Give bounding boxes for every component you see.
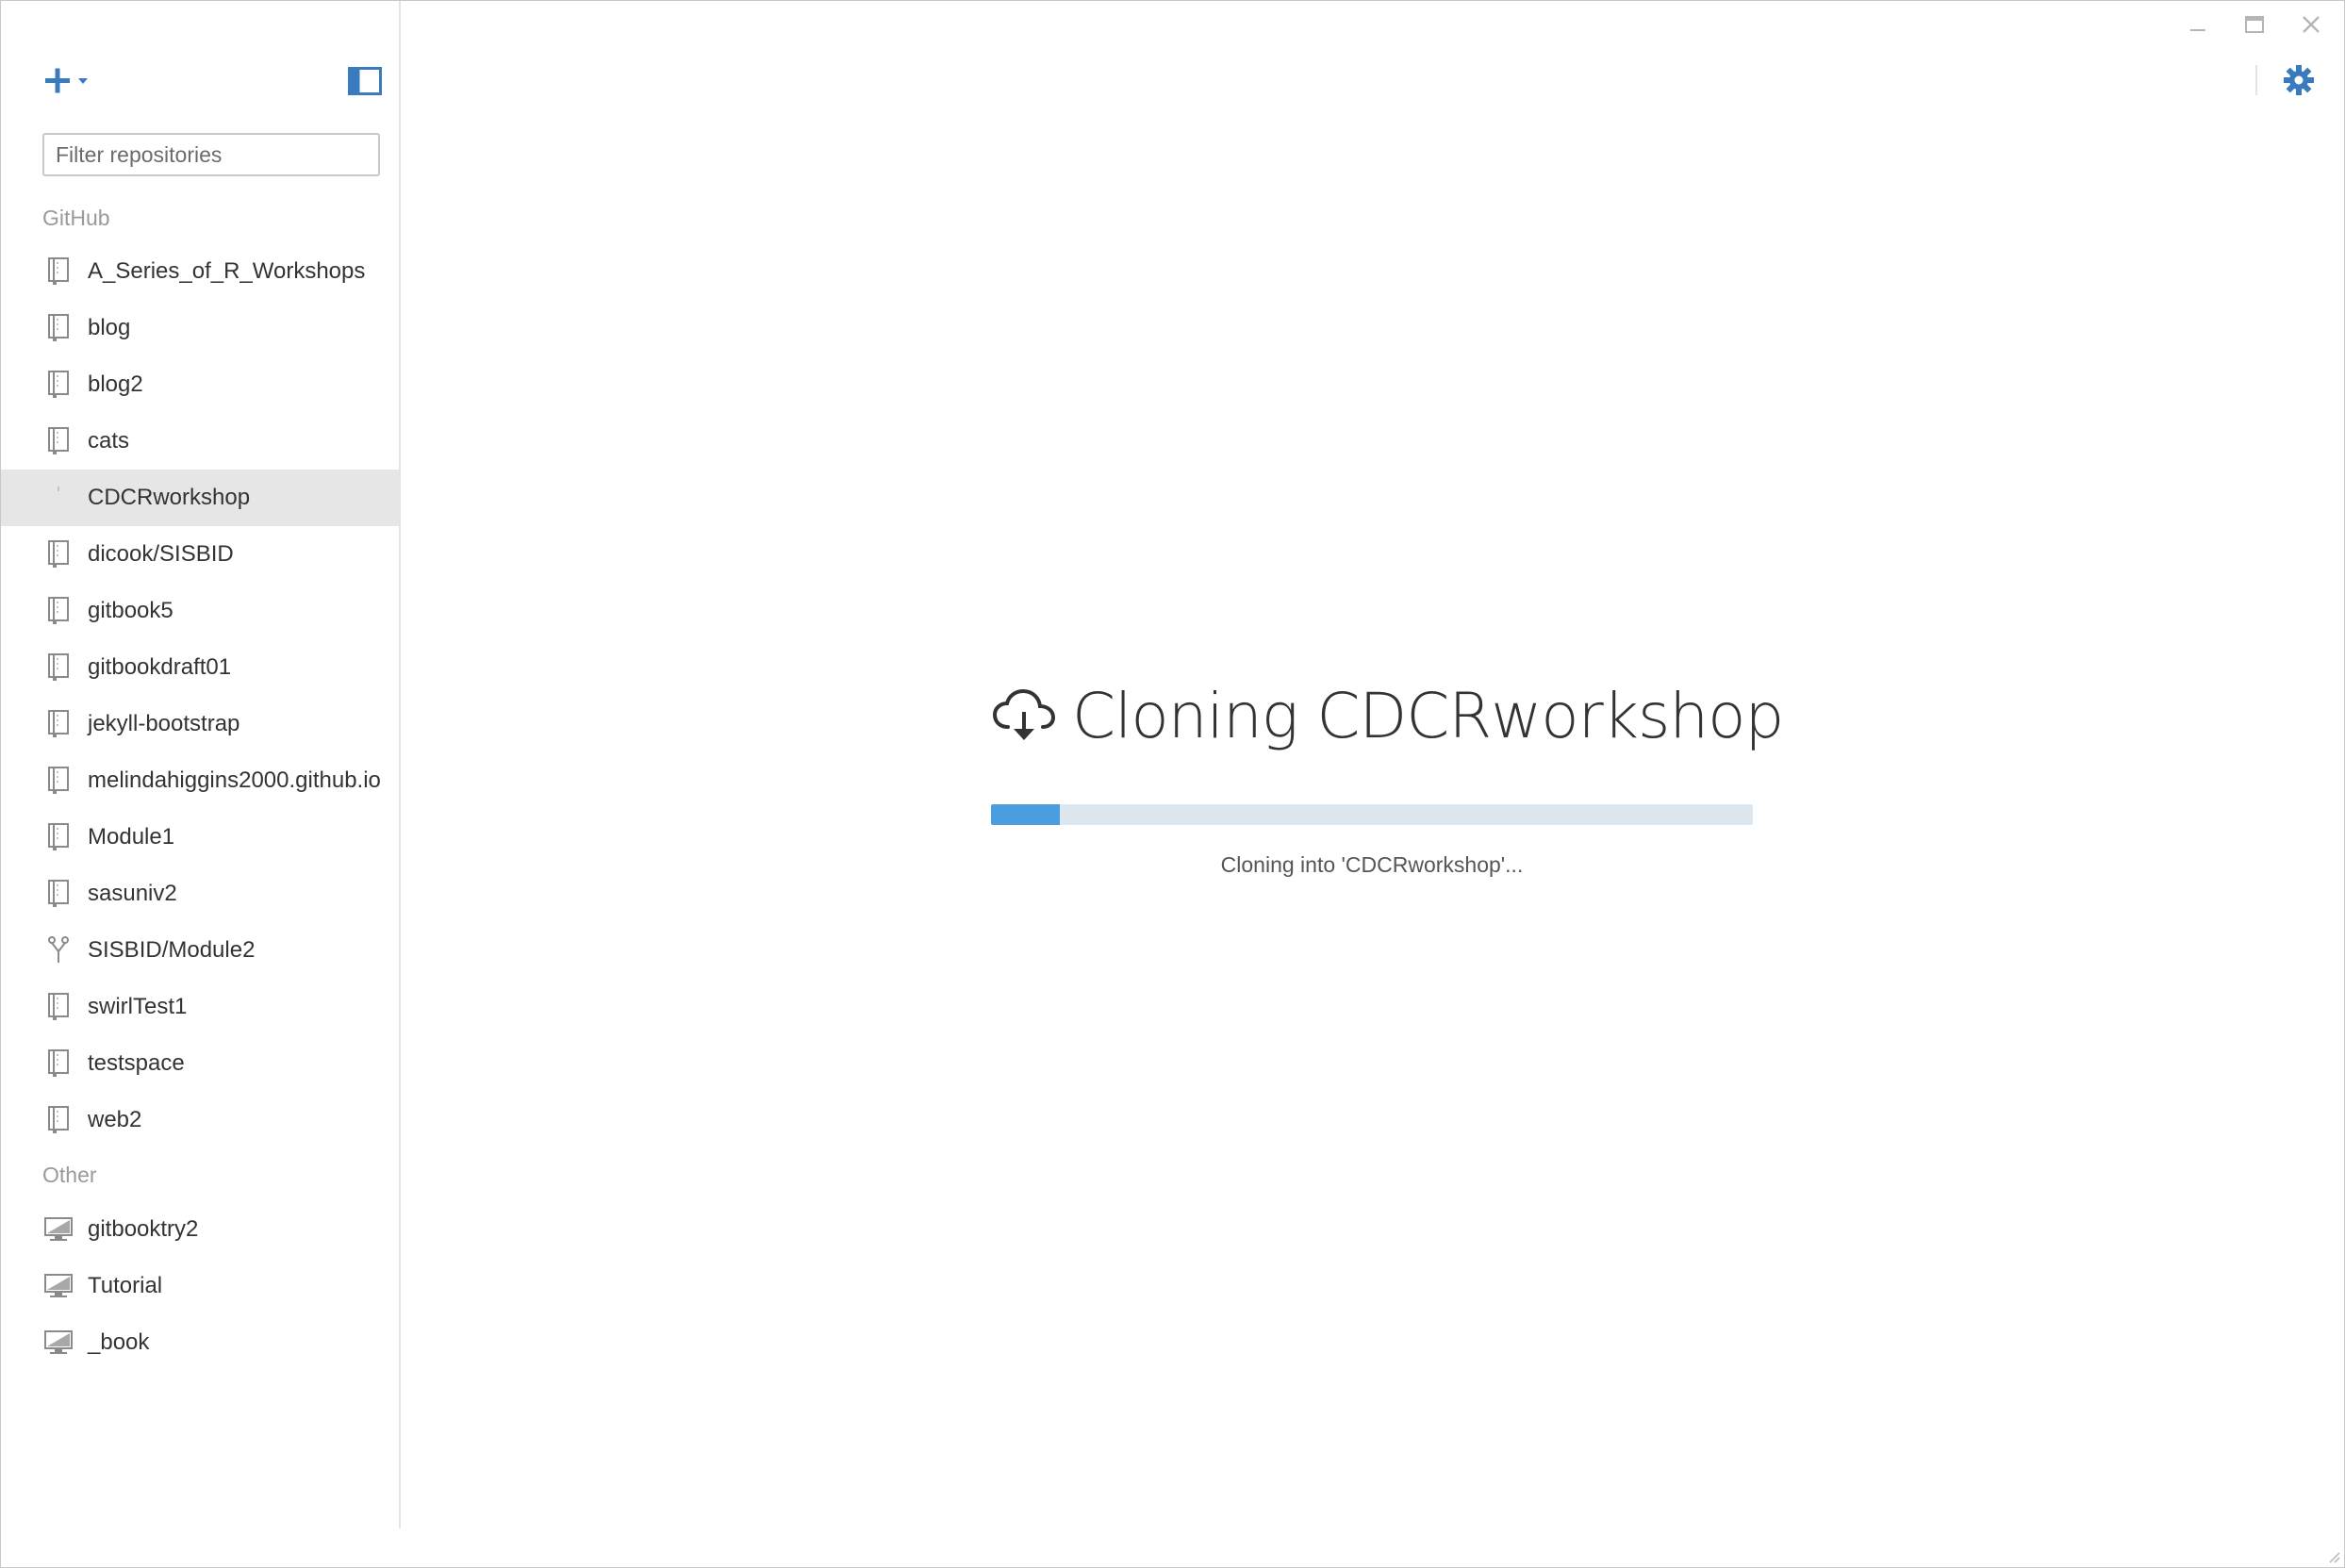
clone-heading: Cloning CDCRworkshop bbox=[991, 678, 1784, 753]
repo-label: A_Series_of_R_Workshops bbox=[88, 258, 366, 284]
repo-list-item[interactable]: web2 bbox=[1, 1092, 399, 1148]
cloud-download-icon bbox=[992, 688, 1056, 740]
plus-icon bbox=[45, 68, 88, 93]
section-label-github: GitHub bbox=[42, 206, 110, 230]
repo-label: blog2 bbox=[88, 371, 143, 397]
repo-icon bbox=[44, 710, 73, 738]
fork-icon bbox=[44, 936, 73, 965]
sidebar-toolbar bbox=[42, 59, 382, 103]
repo-icon bbox=[44, 823, 73, 851]
gear-icon bbox=[2284, 65, 2314, 95]
repo-label: dicook/SISBID bbox=[88, 541, 234, 567]
repo-icon bbox=[44, 993, 73, 1021]
repo-list-item[interactable]: A_Series_of_R_Workshops bbox=[1, 243, 399, 300]
cloning-icon bbox=[44, 484, 73, 512]
repo-icon bbox=[44, 371, 73, 399]
repo-icon bbox=[44, 653, 73, 682]
repo-label: SISBID/Module2 bbox=[88, 937, 256, 963]
repo-icon bbox=[44, 880, 73, 908]
repo-list-item[interactable]: _book bbox=[1, 1314, 399, 1371]
repo-label: sasuniv2 bbox=[88, 881, 177, 906]
repo-label: jekyll-bootstrap bbox=[88, 711, 240, 736]
repo-label: CDCRworkshop bbox=[88, 485, 251, 510]
toolbar-divider bbox=[2255, 65, 2257, 95]
repo-list-item[interactable]: melindahiggins2000.github.io bbox=[1, 752, 399, 809]
repo-icon bbox=[44, 767, 73, 795]
app-window: GitHub A_Series_of_R_Workshopsblog blog2 c… bbox=[0, 0, 2345, 1568]
repo-label: Module1 bbox=[88, 824, 175, 850]
repo-icon bbox=[44, 1106, 73, 1134]
repo-list-item[interactable]: blog2 bbox=[1, 356, 399, 413]
section-label-other: Other bbox=[42, 1163, 97, 1187]
repo-label: blog bbox=[88, 315, 131, 340]
repo-icon bbox=[44, 257, 73, 286]
repo-label: Tutorial bbox=[88, 1273, 163, 1298]
repo-icon bbox=[44, 540, 73, 569]
repo-label: swirlTest1 bbox=[88, 994, 188, 1019]
repo-list-item[interactable]: Module1 bbox=[1, 809, 399, 866]
clone-progress-fill bbox=[991, 804, 1060, 825]
repo-label: gitbooktry2 bbox=[88, 1216, 199, 1242]
filter-repositories-input[interactable] bbox=[42, 133, 380, 176]
repo-icon bbox=[44, 314, 73, 342]
repo-icon bbox=[44, 1049, 73, 1078]
repo-list-item[interactable]: Tutorial bbox=[1, 1258, 399, 1314]
chevron-down-icon bbox=[78, 78, 88, 84]
repo-label: testspace bbox=[88, 1050, 185, 1076]
computer-icon bbox=[44, 1329, 73, 1357]
repo-list-item[interactable]: SISBID/Module2 bbox=[1, 922, 399, 979]
add-repository-button[interactable] bbox=[42, 63, 95, 101]
clone-status-text: Cloning into 'CDCRworkshop'... bbox=[1220, 852, 1524, 877]
main-panel: Cloning CDCRworkshop Cloning into 'CDCRw… bbox=[401, 1, 2344, 1567]
repo-icon bbox=[44, 597, 73, 625]
repo-list-item[interactable]: blog bbox=[1, 300, 399, 356]
clone-progress-bar bbox=[991, 804, 1753, 825]
repo-label: gitbookdraft01 bbox=[88, 654, 232, 680]
repo-label: web2 bbox=[88, 1107, 142, 1132]
clone-title: Cloning CDCRworkshop bbox=[1072, 679, 1784, 752]
github-repo-list: A_Series_of_R_Workshopsblog blog2 cats CDCR… bbox=[1, 243, 399, 1148]
resize-grip-icon[interactable] bbox=[2325, 1548, 2340, 1563]
repo-list-item[interactable]: gitbookdraft01 bbox=[1, 639, 399, 696]
repo-label: cats bbox=[88, 428, 130, 454]
sidebar: GitHub A_Series_of_R_Workshopsblog blog2 c… bbox=[1, 1, 401, 1528]
sidebar-toggle-icon bbox=[348, 67, 382, 95]
sidebar-toggle-button[interactable] bbox=[348, 67, 382, 95]
repo-icon bbox=[44, 427, 73, 455]
computer-icon bbox=[44, 1215, 73, 1244]
repo-list-item[interactable]: gitbooktry2 bbox=[1, 1201, 399, 1258]
repo-label: gitbook5 bbox=[88, 598, 173, 623]
other-repo-list: gitbooktry2 Tutorial _book bbox=[1, 1201, 399, 1371]
repo-list-item[interactable]: dicook/SISBID bbox=[1, 526, 399, 583]
repo-list-item[interactable]: gitbook5 bbox=[1, 583, 399, 639]
repo-list-item[interactable]: jekyll-bootstrap bbox=[1, 696, 399, 752]
repo-label: _book bbox=[88, 1329, 150, 1355]
computer-icon bbox=[44, 1272, 73, 1300]
repo-list-item[interactable]: swirlTest1 bbox=[1, 979, 399, 1035]
settings-button[interactable] bbox=[2282, 63, 2316, 97]
repo-list-item[interactable]: sasuniv2 bbox=[1, 866, 399, 922]
repo-list-item[interactable]: CDCRworkshop bbox=[1, 470, 399, 526]
repo-list-item[interactable]: testspace bbox=[1, 1035, 399, 1092]
repo-label: melindahiggins2000.github.io bbox=[88, 767, 381, 793]
repo-list-item[interactable]: cats bbox=[1, 413, 399, 470]
